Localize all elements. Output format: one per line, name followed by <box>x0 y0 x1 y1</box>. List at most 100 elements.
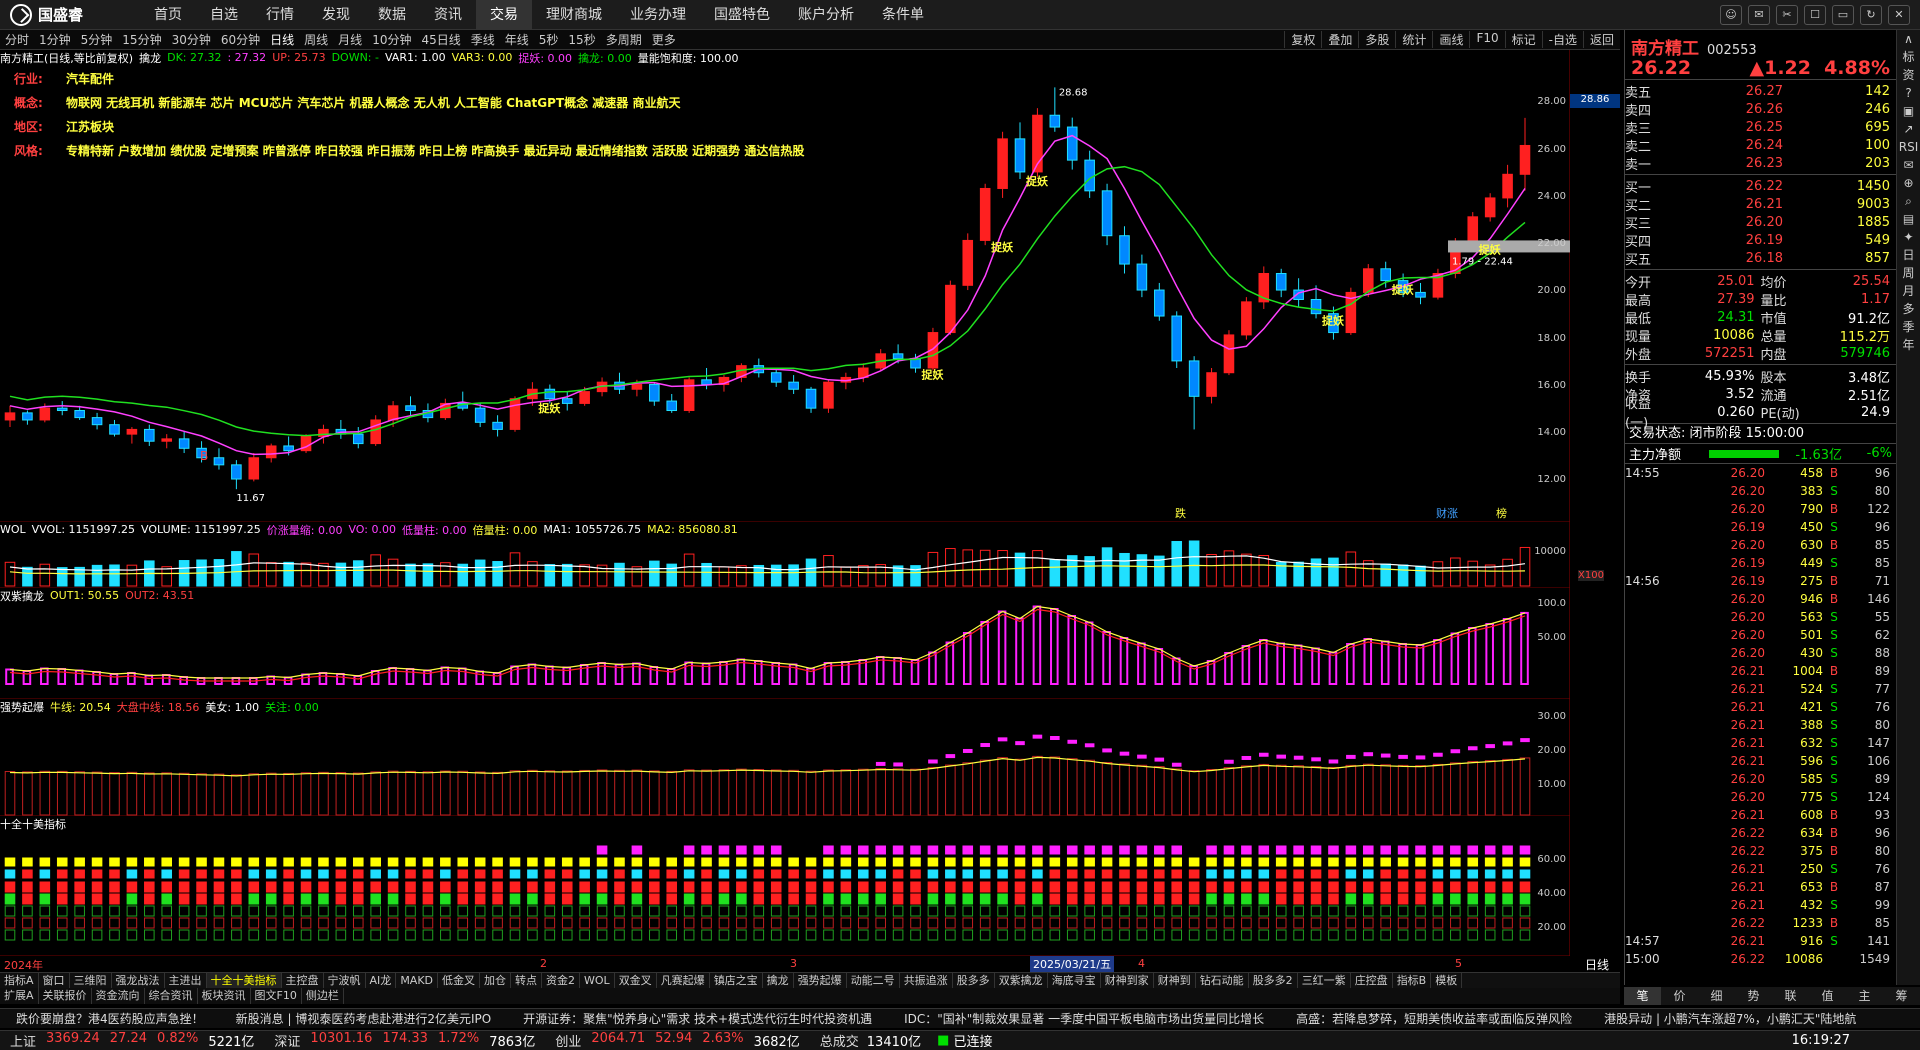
qsqb-chart[interactable] <box>0 699 1570 816</box>
tick-row[interactable]: 15:00 26.22 10086 1549 <box>1625 950 1896 968</box>
tick-row[interactable]: 26.20 775 S 124 <box>1625 788 1896 806</box>
window-button-icon[interactable]: ↻ <box>1860 4 1882 25</box>
tool-button[interactable]: -自选 <box>1541 31 1583 48</box>
indicator-tab[interactable]: 财神到家 <box>1101 973 1154 988</box>
period-tab[interactable]: 15分钟 <box>117 31 166 48</box>
tool-button[interactable]: 复权 <box>1284 31 1321 48</box>
tick-row[interactable]: 26.19 449 S 85 <box>1625 554 1896 572</box>
book-row[interactable]: 买一 26.22 1450 <box>1625 177 1896 196</box>
indicator-tab[interactable]: 资金2 <box>542 973 581 988</box>
indicator-tab[interactable]: 凡赛起爆 <box>657 973 710 988</box>
period-tab[interactable]: 5分钟 <box>76 31 118 48</box>
sidebar-icon[interactable]: ▤ <box>1903 210 1914 228</box>
tick-list[interactable]: 14:55 26.20 458 B 96 26.20 383 S 80 26.20 790 B 122 2… <box>1625 464 1896 968</box>
indicator-tab[interactable]: 三维阳 <box>70 973 112 988</box>
tick-row[interactable]: 26.21 432 S 99 <box>1625 896 1896 914</box>
news-item[interactable]: 跌价要崩盘？港4医药股应声急挫！ <box>0 1010 220 1027</box>
indicator-tab[interactable]: 强龙战法 <box>112 973 165 988</box>
window-button-icon[interactable]: ✂ <box>1776 4 1798 25</box>
quote-tab[interactable]: 筹 <box>1883 987 1920 1005</box>
indicator-tab[interactable]: 加仓 <box>480 973 512 988</box>
tick-row[interactable]: 26.20 563 S 55 <box>1625 608 1896 626</box>
indicator-tab[interactable]: 庄控盘 <box>1351 973 1393 988</box>
tick-row[interactable]: 26.20 430 S 88 <box>1625 644 1896 662</box>
tick-row[interactable]: 26.20 585 S 89 <box>1625 770 1896 788</box>
nav-item[interactable]: 资讯 <box>420 0 476 30</box>
news-item[interactable]: 新股消息 | 博视泰医药考虑赴港进行2亿美元IPO <box>220 1010 508 1027</box>
nav-item[interactable]: 自选 <box>196 0 252 30</box>
sidebar-icon[interactable]: ? <box>1905 84 1911 102</box>
szql-panel[interactable]: 双紫擒龙 OUT1: 50.55 OUT2: 43.51 100.0 50.00 <box>0 588 1570 699</box>
quote-tab[interactable]: 势 <box>1735 987 1772 1005</box>
index-item[interactable]: 上证 3369.24 27.24 0.82% 5221亿 <box>0 1031 264 1050</box>
window-button-icon[interactable]: ✉ <box>1748 4 1770 25</box>
news-item[interactable]: 高盛：若降息梦碎，短期美债收益率或面临反弹风险 <box>1280 1010 1588 1027</box>
sqsm-name[interactable]: 十全十美指标 <box>0 816 66 832</box>
quote-tab[interactable]: 值 <box>1809 987 1846 1005</box>
news-item[interactable]: 港股异动 | 小鹏汽车涨超7%，小鹏汇天"陆地航 <box>1588 1010 1872 1027</box>
indicator-tab[interactable]: 转点 <box>511 973 543 988</box>
indicator-tab[interactable]: 指标A <box>0 973 39 988</box>
sidebar-icon[interactable]: ▣ <box>1903 102 1914 120</box>
tick-row[interactable]: 26.22 375 B 80 <box>1625 842 1896 860</box>
sidebar-icon[interactable]: 多 <box>1902 300 1914 318</box>
book-row[interactable]: 买二 26.21 9003 <box>1625 195 1896 214</box>
info-tab[interactable]: 关联报价 <box>39 988 92 1004</box>
quote-tab[interactable]: 主 <box>1846 987 1883 1005</box>
vol-indicator-name[interactable]: WOL <box>0 523 26 536</box>
indicator-tab[interactable]: 窗口 <box>39 973 70 988</box>
kline-panel[interactable]: 南方精工(日线,等比前复权) 擒龙 DK: 27.32 : 27.32 UP: … <box>0 50 1620 522</box>
sidebar-icon[interactable]: ✦ <box>1903 228 1913 246</box>
indicator-tab[interactable]: 股多多2 <box>1249 973 1298 988</box>
sqsm-panel[interactable]: 十全十美指标 60.00 40.00 20.00 <box>0 816 1570 956</box>
info-tab[interactable]: 图文F10 <box>251 988 302 1004</box>
sidebar-icon[interactable]: 资 <box>1902 66 1914 84</box>
period-tab[interactable]: 年线 <box>500 31 534 48</box>
book-row[interactable]: 卖五 26.27 142 <box>1625 82 1896 101</box>
nav-item[interactable]: 数据 <box>364 0 420 30</box>
indicator-name[interactable]: 擒龙 <box>139 50 161 66</box>
tool-button[interactable]: F10 <box>1469 31 1504 48</box>
indicator-tab[interactable]: 指标B <box>1393 973 1432 988</box>
index-item[interactable]: 深证 10301.16 174.33 1.72% 7863亿 <box>264 1031 545 1050</box>
tick-row[interactable]: 26.21 250 S 76 <box>1625 860 1896 878</box>
szql-chart[interactable] <box>0 588 1570 699</box>
window-button-icon[interactable]: ☐ <box>1804 4 1826 25</box>
period-tab[interactable]: 60分钟 <box>216 31 265 48</box>
window-button-icon[interactable]: ☺ <box>1720 4 1742 25</box>
indicator-tab[interactable]: 双金叉 <box>615 973 657 988</box>
nav-item[interactable]: 首页 <box>140 0 196 30</box>
indicator-tab[interactable]: 动能二号 <box>847 973 900 988</box>
index-item[interactable]: 创业 2064.71 52.94 2.63% 3682亿 <box>545 1031 809 1050</box>
period-tab[interactable]: 季线 <box>466 31 500 48</box>
tick-row[interactable]: 26.21 1004 B 89 <box>1625 662 1896 680</box>
sidebar-icon[interactable]: 月 <box>1902 282 1914 300</box>
nav-item[interactable]: 发现 <box>308 0 364 30</box>
period-tab[interactable]: 月线 <box>333 31 367 48</box>
indicator-tab[interactable]: 低金叉 <box>438 973 481 988</box>
indicator-tab[interactable]: 三红一紫 <box>1298 973 1351 988</box>
tick-row[interactable]: 26.20 383 S 80 <box>1625 482 1896 500</box>
tick-row[interactable]: 26.21 388 S 80 <box>1625 716 1896 734</box>
indicator-tab[interactable]: 共振追涨 <box>900 973 953 988</box>
period-tab[interactable]: 5秒 <box>534 31 564 48</box>
app-logo[interactable]: 国盛睿 <box>0 3 140 26</box>
indicator-tab[interactable]: 擒龙 <box>763 973 794 988</box>
indicator-tab[interactable]: AI龙 <box>366 973 397 988</box>
book-row[interactable]: 买四 26.19 549 <box>1625 231 1896 250</box>
sidebar-icon[interactable]: ⌕ <box>1905 192 1912 210</box>
tick-row[interactable]: 14:56 26.19 275 B 71 <box>1625 572 1896 590</box>
period-tab[interactable]: 分时 <box>0 31 34 48</box>
tick-row[interactable]: 26.22 1233 B 85 <box>1625 914 1896 932</box>
sidebar-icon[interactable]: ↗ <box>1903 120 1913 138</box>
indicator-tab[interactable]: 海底寻宝 <box>1048 973 1101 988</box>
period-tab[interactable]: 15秒 <box>563 31 600 48</box>
sidebar-icon[interactable]: 年 <box>1902 336 1914 354</box>
tool-button[interactable]: 返回 <box>1582 31 1620 48</box>
book-row[interactable]: 卖四 26.26 246 <box>1625 100 1896 119</box>
tick-row[interactable]: 26.21 632 S 147 <box>1625 734 1896 752</box>
tick-row[interactable]: 26.21 653 B 87 <box>1625 878 1896 896</box>
indicator-tab[interactable]: 主控盘 <box>282 973 324 988</box>
indicator-tab[interactable]: WOL <box>580 973 615 988</box>
indicator-tab[interactable]: 模板 <box>1431 973 1463 988</box>
